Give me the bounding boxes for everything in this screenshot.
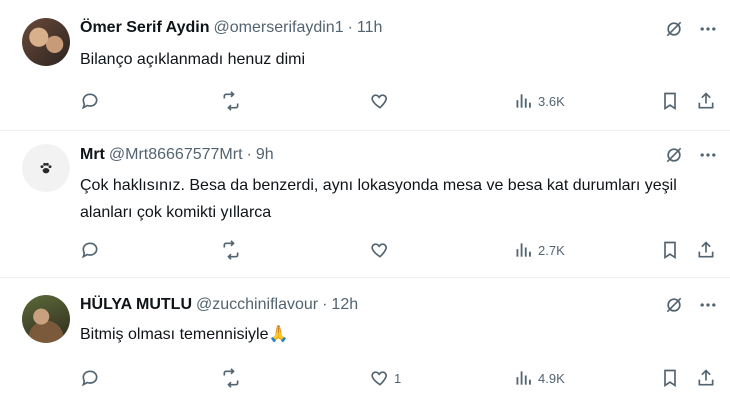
tweet-text-container: Bitmiş olması temennisiyle🙏 (80, 323, 680, 347)
bookmark-button[interactable] (660, 89, 680, 113)
like-button[interactable] (370, 238, 394, 262)
reply-icon (80, 91, 100, 111)
paw-icon (40, 162, 52, 174)
like-count: 1 (394, 370, 402, 386)
heart-icon (370, 240, 390, 260)
tweet-text: Bitmiş olması temennisiyle (80, 326, 269, 343)
reply-icon (80, 368, 100, 388)
tweet-header: Ömer Serif Aydin @omerserifaydin1 · 11h (80, 17, 382, 39)
grok-icon[interactable] (664, 295, 684, 320)
share-icon (696, 240, 716, 260)
grok-icon[interactable] (664, 19, 684, 44)
bookmark-icon (660, 91, 680, 111)
separator-dot: · (347, 19, 353, 36)
share-button[interactable] (696, 238, 716, 262)
separator-dot: · (322, 296, 328, 313)
author-handle[interactable]: @zucchiniflavour (196, 296, 318, 313)
tweet-3[interactable]: HÜLYA MUTLU @zucchiniflavour · 12h Bitmiş o… (0, 278, 730, 420)
reply-button[interactable] (80, 89, 100, 113)
views-button[interactable]: 2.7K (514, 238, 565, 262)
action-bar: 2.7K (80, 238, 720, 262)
author-name[interactable]: Mrt (80, 146, 105, 163)
repost-button[interactable] (220, 238, 242, 262)
action-bar: 3.6K (80, 89, 720, 113)
grok-icon[interactable] (664, 145, 684, 170)
timestamp[interactable]: 9h (256, 146, 274, 163)
timestamp[interactable]: 12h (331, 296, 358, 313)
bookmark-button[interactable] (660, 366, 680, 390)
more-options-icon[interactable] (698, 295, 718, 320)
author-name[interactable]: Ömer Serif Aydin (80, 19, 210, 36)
bookmark-icon (660, 368, 680, 388)
share-button[interactable] (696, 366, 716, 390)
avatar[interactable] (22, 295, 70, 343)
action-bar: 1 4.9K (80, 366, 720, 390)
tweet-text: Çok haklısınız. Besa da benzerdi, aynı l… (80, 177, 677, 221)
bookmark-button[interactable] (660, 238, 680, 262)
views-button[interactable]: 3.6K (514, 89, 565, 113)
share-icon (696, 91, 716, 111)
views-button[interactable]: 4.9K (514, 366, 565, 390)
tweet-text: Bilanço açıklanmadı henuz dimi (80, 51, 306, 68)
reply-button[interactable] (80, 366, 100, 390)
like-button[interactable] (370, 89, 394, 113)
tweet-2[interactable]: Mrt @Mrt86667577Mrt · 9h Çok haklısınız. Be… (0, 131, 730, 277)
like-button[interactable]: 1 (370, 366, 401, 390)
more-options-icon[interactable] (698, 145, 718, 170)
folded-hands-emoji: 🙏 (268, 326, 289, 343)
avatar[interactable] (22, 18, 70, 66)
views-icon (514, 91, 534, 111)
reply-icon (80, 240, 100, 260)
tweet-header: Mrt @Mrt86667577Mrt · 9h (80, 144, 274, 166)
repost-icon (220, 368, 242, 388)
repost-icon (220, 91, 242, 111)
heart-icon (370, 91, 390, 111)
tweet-header: HÜLYA MUTLU @zucchiniflavour · 12h (80, 294, 358, 316)
author-handle[interactable]: @omerserifaydin1 (214, 19, 344, 36)
separator-dot: · (246, 146, 252, 163)
share-icon (696, 368, 716, 388)
tweet-1[interactable]: Ömer Serif Aydin @omerserifaydin1 · 11h Bil… (0, 0, 730, 130)
reply-button[interactable] (80, 238, 100, 262)
views-count: 2.7K (538, 242, 565, 258)
repost-icon (220, 240, 242, 260)
share-button[interactable] (696, 89, 716, 113)
views-count: 4.9K (538, 370, 565, 386)
more-options-icon[interactable] (698, 19, 718, 44)
author-handle[interactable]: @Mrt86667577Mrt (109, 146, 243, 163)
author-name[interactable]: HÜLYA MUTLU (80, 296, 192, 313)
avatar[interactable] (22, 144, 70, 192)
bookmark-icon (660, 240, 680, 260)
views-count: 3.6K (538, 93, 565, 109)
repost-button[interactable] (220, 366, 242, 390)
views-icon (514, 240, 534, 260)
timestamp[interactable]: 11h (357, 19, 383, 36)
heart-icon (370, 368, 390, 388)
repost-button[interactable] (220, 89, 242, 113)
views-icon (514, 368, 534, 388)
